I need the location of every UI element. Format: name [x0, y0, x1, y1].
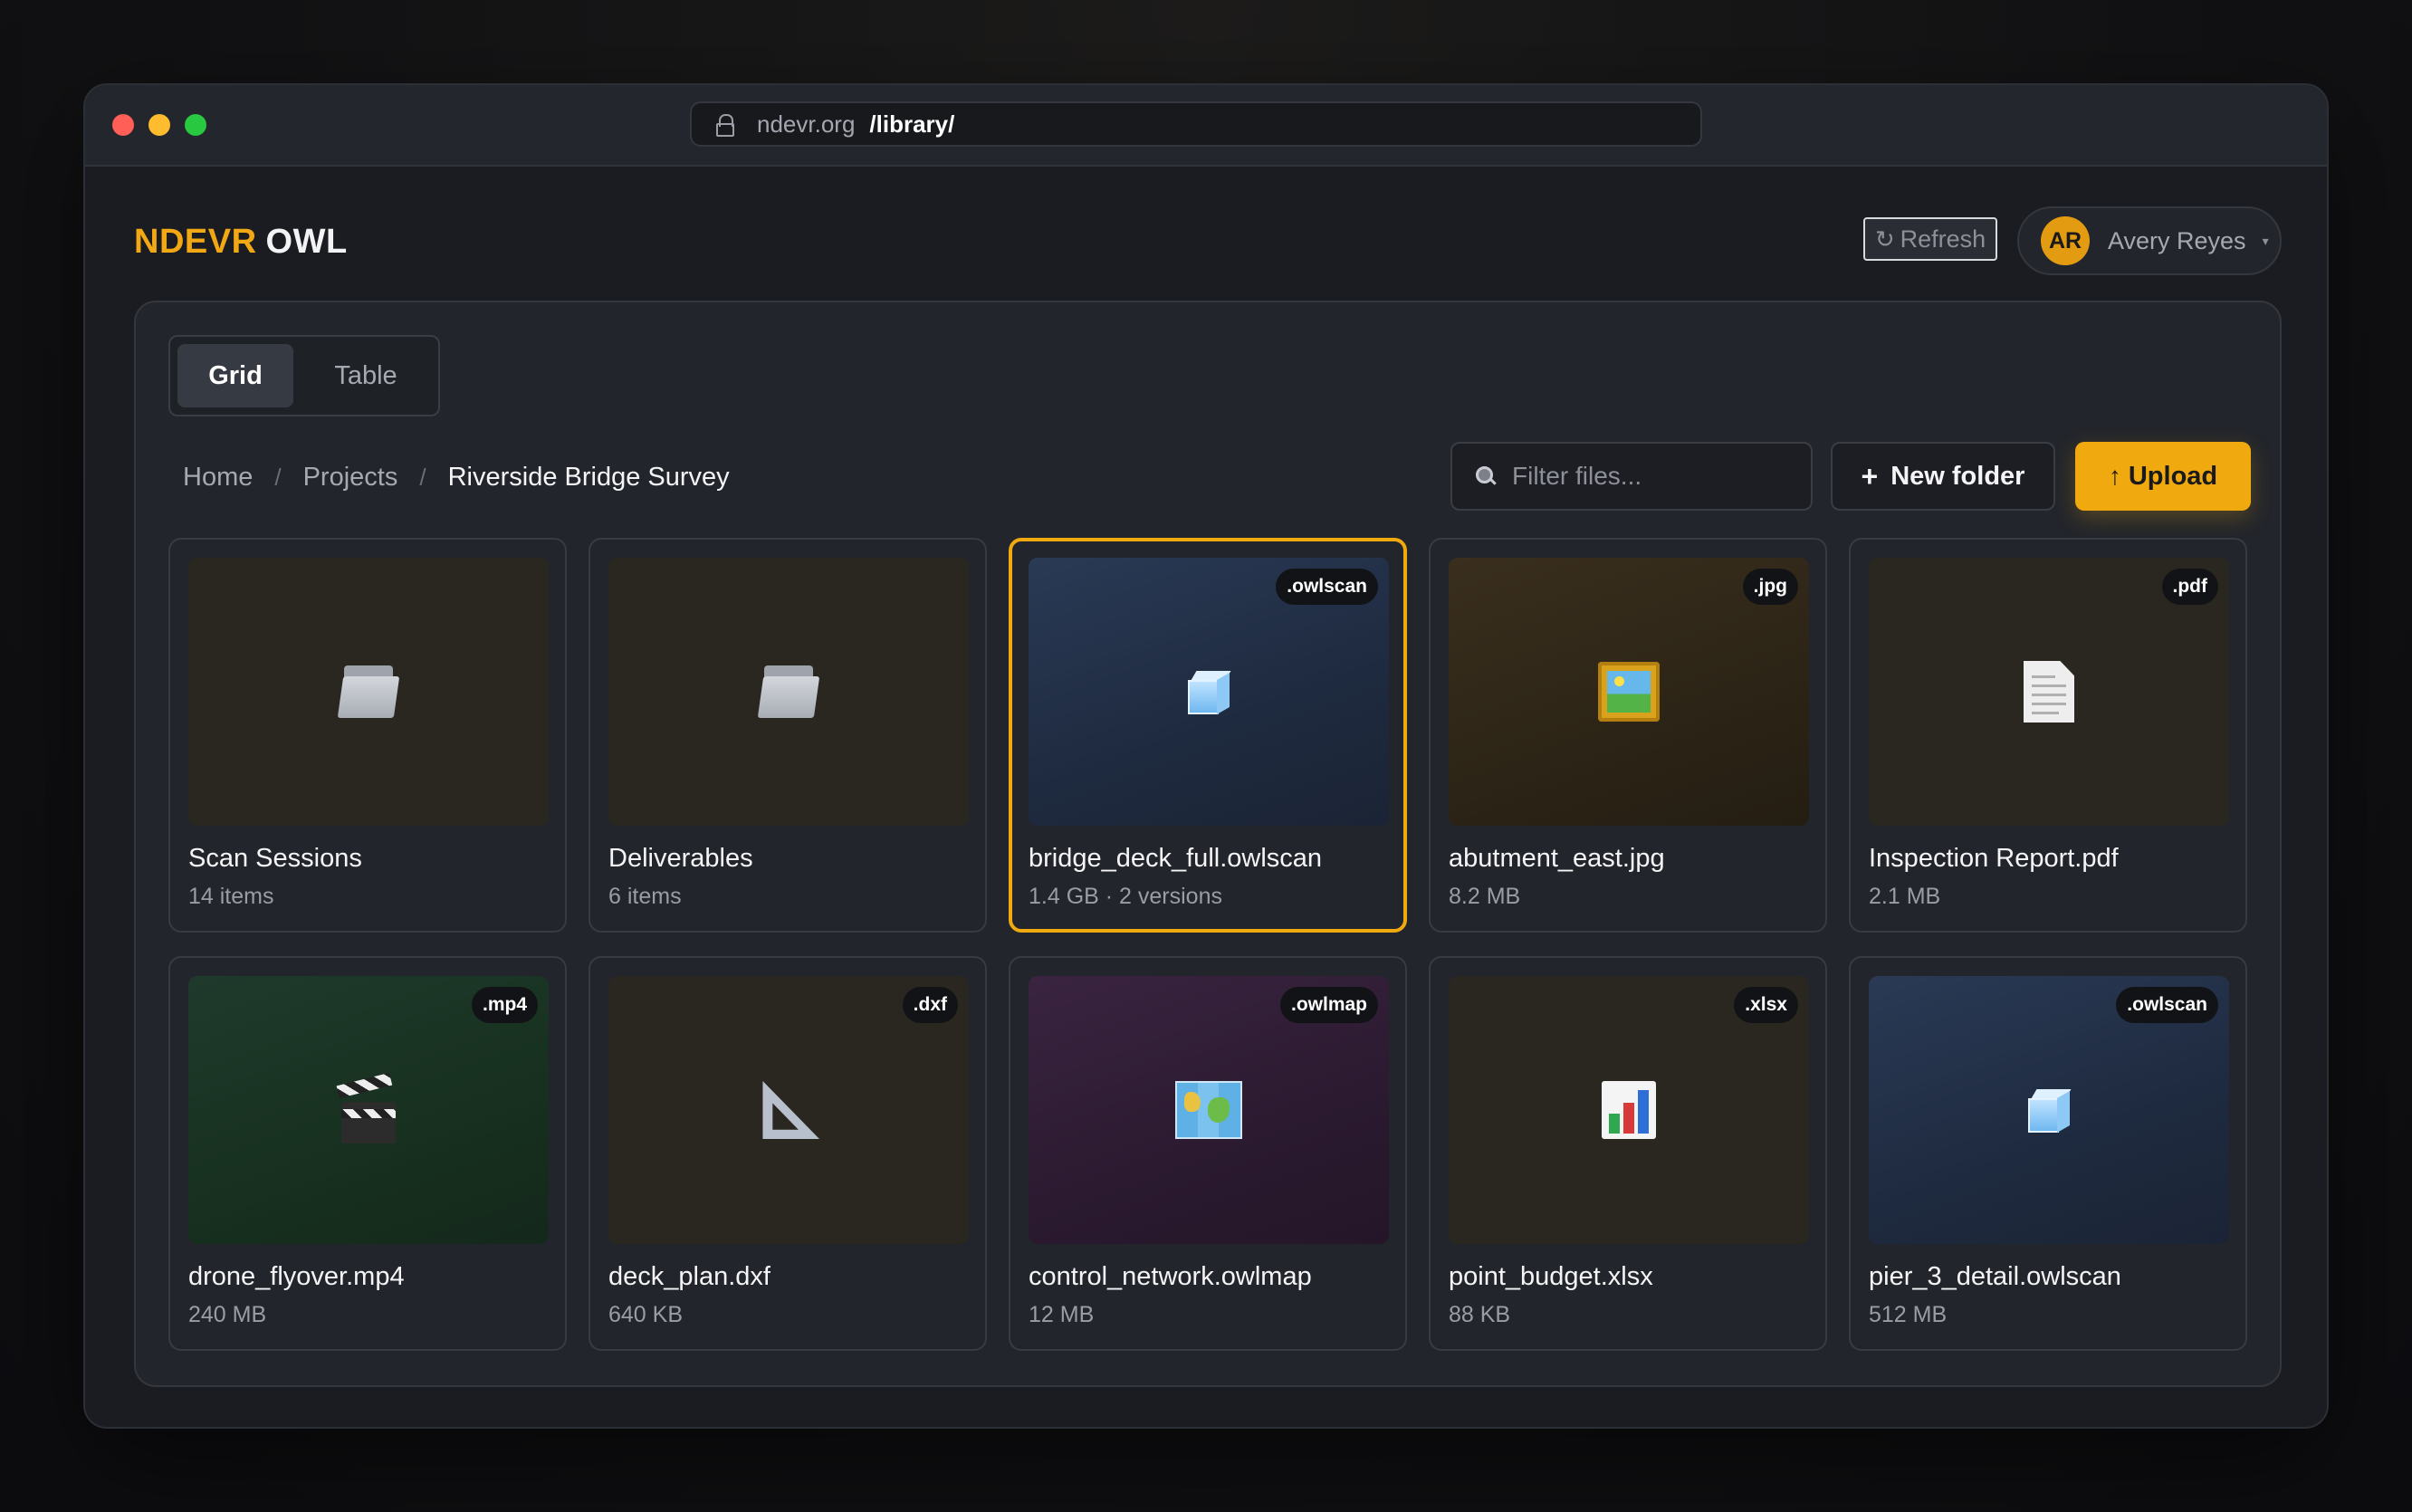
file-card[interactable]: .dxf deck_plan.dxf 640 KB — [589, 956, 987, 1351]
file-name: Scan Sessions — [188, 844, 362, 873]
document-icon — [2024, 661, 2074, 723]
title-bar: ndevr.org /library/ — [85, 85, 2327, 167]
file-card[interactable]: .owlscan pier_3_detail.owlscan 512 MB — [1849, 956, 2247, 1351]
file-thumbnail: .jpg — [1449, 558, 1809, 826]
refresh-icon: ↻ — [1874, 225, 1895, 253]
file-meta: 1.4 GB · 2 versions — [1029, 884, 1222, 909]
file-grid: Scan Sessions 14 items Deliverables 6 it… — [168, 538, 2251, 1353]
file-card[interactable]: .jpg abutment_east.jpg 8.2 MB — [1429, 538, 1827, 933]
library-panel: Grid Table Home / Projects / Riverside B… — [134, 301, 2282, 1387]
file-thumbnail: .pdf — [1869, 558, 2229, 826]
maximize-window-button[interactable] — [185, 114, 206, 136]
file-meta: 240 MB — [188, 1302, 267, 1327]
breadcrumb-current: Riverside Bridge Survey — [447, 462, 730, 492]
refresh-label: Refresh — [1900, 225, 1986, 253]
file-meta: 6 items — [608, 884, 682, 909]
file-thumbnail: .dxf — [608, 976, 969, 1244]
filter-field[interactable] — [1450, 442, 1813, 511]
file-extension-badge: .owlmap — [1279, 987, 1378, 1023]
file-thumbnail: .owlmap — [1029, 976, 1389, 1244]
file-extension-badge: .owlscan — [2116, 987, 2218, 1023]
address-bar[interactable]: ndevr.org /library/ — [690, 101, 1702, 147]
file-meta: 12 MB — [1029, 1302, 1095, 1327]
file-extension-badge: .dxf — [902, 987, 958, 1023]
file-name: pier_3_detail.owlscan — [1869, 1262, 2121, 1291]
file-meta: 14 items — [188, 884, 274, 909]
file-name: Inspection Report.pdf — [1869, 844, 2119, 873]
file-card[interactable]: .owlmap control_network.owlmap 12 MB — [1009, 956, 1407, 1351]
file-name: deck_plan.dxf — [608, 1262, 770, 1291]
close-window-button[interactable] — [112, 114, 134, 136]
file-card[interactable]: .xlsx point_budget.xlsx 88 KB — [1429, 956, 1827, 1351]
url-path: /library/ — [869, 110, 955, 138]
file-card[interactable]: .pdf Inspection Report.pdf 2.1 MB — [1849, 538, 2247, 933]
breadcrumb: Home / Projects / Riverside Bridge Surve… — [183, 456, 730, 498]
breadcrumb-projects[interactable]: Projects — [303, 463, 398, 493]
minimize-window-button[interactable] — [148, 114, 170, 136]
world-map-icon — [1175, 1081, 1242, 1139]
chevron-down-icon: ▾ — [2262, 233, 2269, 248]
breadcrumb-separator: / — [419, 463, 426, 491]
file-card[interactable]: .mp4 drone_flyover.mp4 240 MB — [168, 956, 567, 1351]
file-name: control_network.owlmap — [1029, 1262, 1312, 1291]
refresh-button[interactable]: ↻ Refresh — [1863, 217, 1997, 261]
bar-chart-icon — [1602, 1081, 1656, 1139]
file-thumbnail: .xlsx — [1449, 976, 1809, 1244]
ice-cube-icon — [1184, 667, 1233, 716]
browser-window: ndevr.org /library/ NDEVR OWL ↻ Refresh A… — [83, 83, 2329, 1429]
search-icon — [1474, 464, 1498, 488]
filter-input[interactable] — [1510, 461, 1804, 492]
folder-icon — [337, 665, 400, 718]
file-meta: 2.1 MB — [1869, 884, 1941, 909]
arrow-up-icon: ↑ — [2108, 462, 2121, 490]
file-name: drone_flyover.mp4 — [188, 1262, 405, 1291]
view-toggle: Grid Table — [168, 335, 440, 416]
file-thumbnail — [188, 558, 549, 826]
clapper-board-icon — [336, 1072, 397, 1144]
upload-label: Upload — [2128, 461, 2218, 491]
file-thumbnail: .owlscan — [1029, 558, 1389, 826]
file-meta: 512 MB — [1869, 1302, 1948, 1327]
lock-icon — [715, 114, 735, 137]
file-meta: 640 KB — [608, 1302, 684, 1327]
upload-button[interactable]: ↑ Upload — [2075, 442, 2251, 511]
tab-grid[interactable]: Grid — [177, 344, 293, 407]
file-thumbnail: .mp4 — [188, 976, 549, 1244]
file-meta: 8.2 MB — [1449, 884, 1521, 909]
file-thumbnail — [608, 558, 969, 826]
tab-table[interactable]: Table — [301, 344, 431, 407]
file-name: point_budget.xlsx — [1449, 1262, 1653, 1291]
user-menu[interactable]: AR Avery Reyes ▾ — [2017, 206, 2282, 275]
brand-primary: NDEVR — [134, 223, 257, 261]
file-extension-badge: .jpg — [1742, 569, 1798, 605]
file-name: abutment_east.jpg — [1449, 844, 1665, 873]
file-thumbnail: .owlscan — [1869, 976, 2229, 1244]
avatar: AR — [2041, 216, 2090, 265]
file-extension-badge: .pdf — [2161, 569, 2218, 605]
new-folder-label: New folder — [1890, 461, 2025, 491]
file-extension-badge: .mp4 — [471, 987, 538, 1023]
triangular-ruler-icon — [758, 1081, 819, 1139]
file-extension-badge: .owlscan — [1276, 569, 1378, 605]
file-meta: 88 KB — [1449, 1302, 1511, 1327]
brand-secondary: OWL — [265, 223, 348, 261]
user-name: Avery Reyes — [2108, 226, 2246, 254]
breadcrumb-home[interactable]: Home — [183, 463, 253, 493]
folder-icon — [757, 665, 820, 718]
app-logo[interactable]: NDEVR OWL — [134, 223, 348, 262]
new-folder-button[interactable]: + New folder — [1831, 442, 2055, 511]
framed-picture-icon — [1598, 662, 1660, 722]
file-card[interactable]: Scan Sessions 14 items — [168, 538, 567, 933]
breadcrumb-separator: / — [274, 463, 282, 491]
file-card-selected[interactable]: .owlscan bridge_deck_full.owlscan 1.4 GB… — [1009, 538, 1407, 933]
plus-icon: + — [1861, 459, 1879, 493]
file-card[interactable]: Deliverables 6 items — [589, 538, 987, 933]
file-extension-badge: .xlsx — [1734, 987, 1798, 1023]
url-host: ndevr.org — [757, 110, 856, 138]
file-name: bridge_deck_full.owlscan — [1029, 844, 1323, 873]
file-name: Deliverables — [608, 844, 753, 873]
ice-cube-icon — [2024, 1086, 2073, 1134]
